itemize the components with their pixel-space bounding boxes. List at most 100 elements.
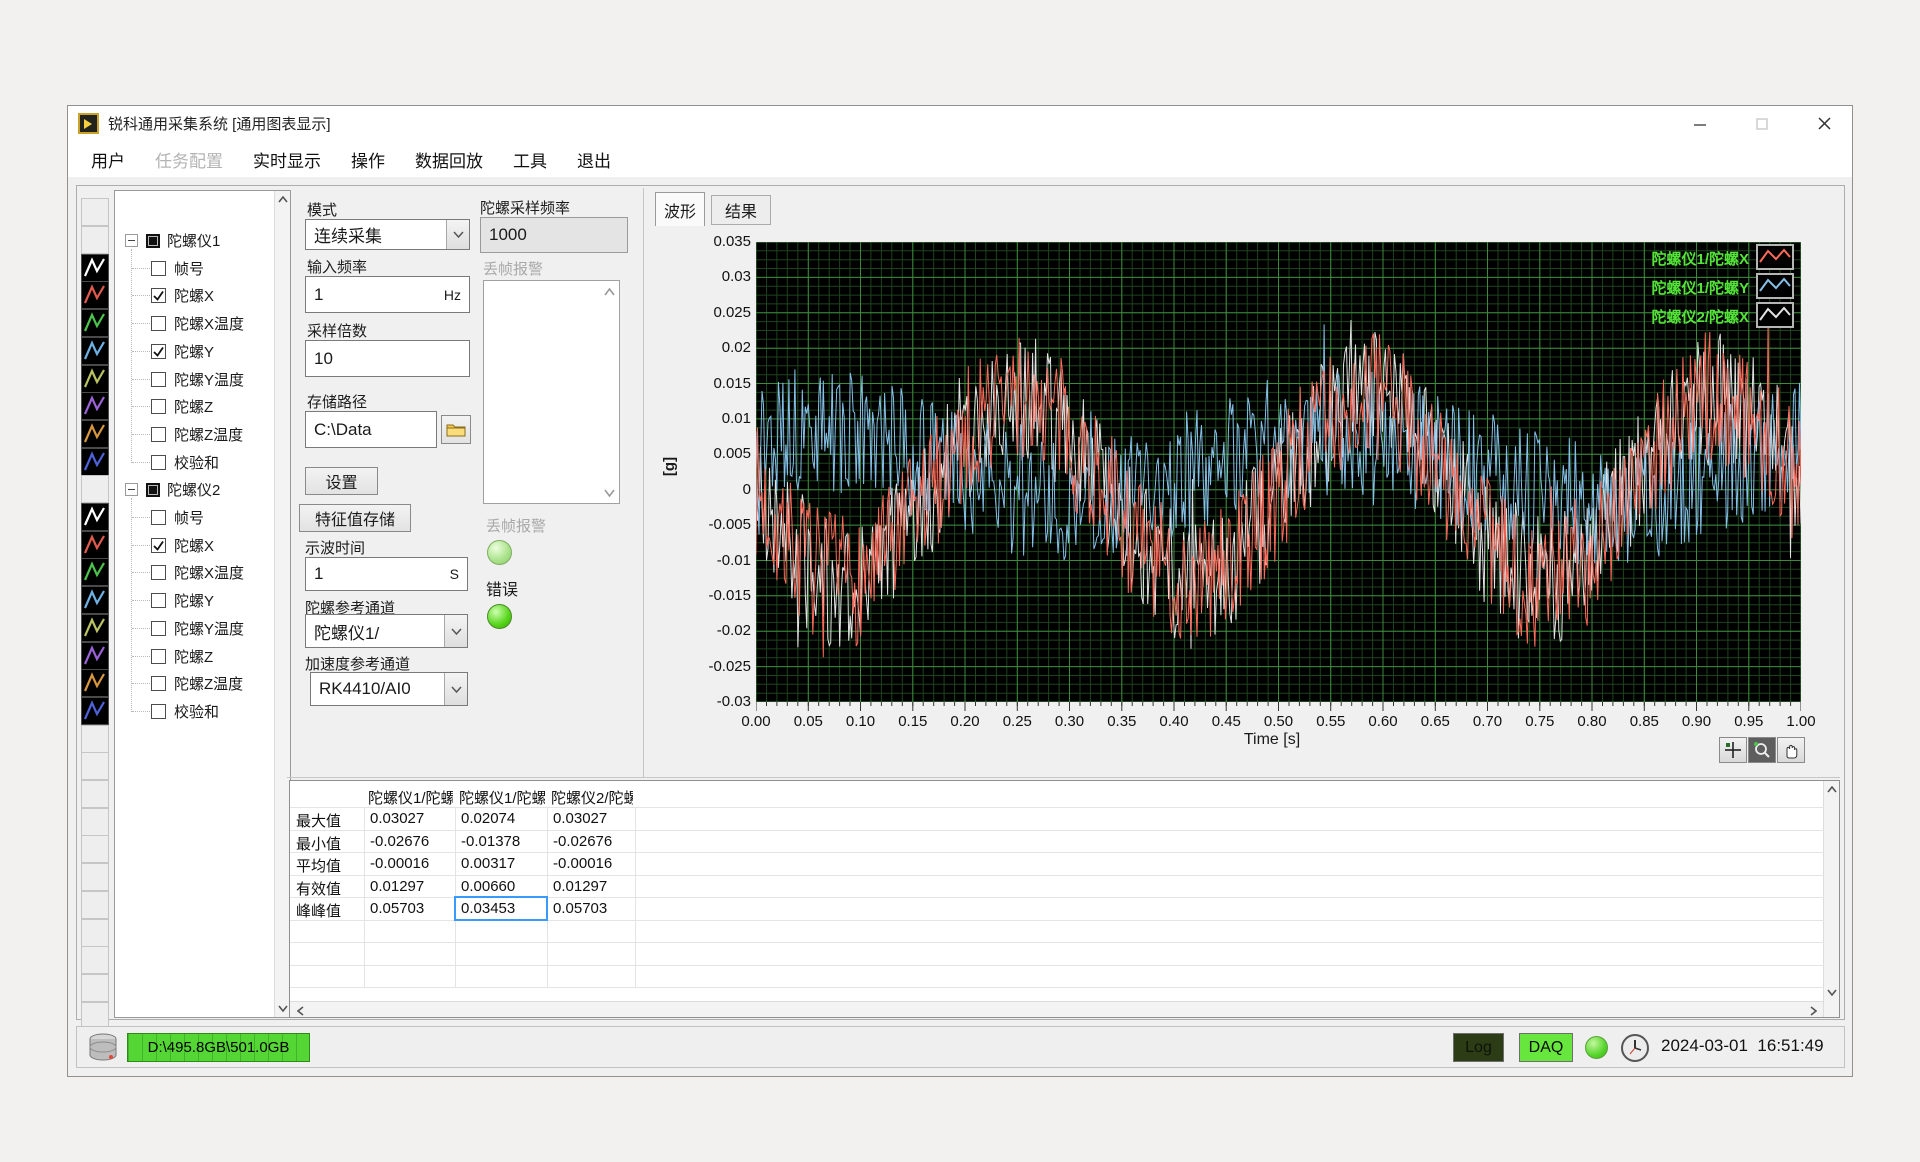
table-cell[interactable]: 0.03027 <box>553 810 633 827</box>
tree-item[interactable]: 陀螺X温度 <box>151 559 291 586</box>
tree-item[interactable]: 帧号 <box>151 255 291 282</box>
table-cell[interactable]: 0.00660 <box>461 878 545 895</box>
gyro-ref-combo[interactable]: 陀螺仪1/ <box>305 614 468 648</box>
checkbox[interactable] <box>151 455 166 470</box>
collapse-icon[interactable] <box>125 234 138 247</box>
chevron-down-icon[interactable] <box>446 220 469 249</box>
scroll-down-icon[interactable] <box>1824 984 1840 1001</box>
table-cell[interactable]: 0.01297 <box>553 878 633 895</box>
table-vscrollbar[interactable] <box>1823 781 1839 1017</box>
checkbox[interactable] <box>151 676 166 691</box>
tree-item[interactable]: 陀螺Y <box>151 587 291 614</box>
legend-plot-icon[interactable] <box>1756 302 1794 328</box>
table-cell[interactable]: 0.02074 <box>461 810 545 827</box>
table-cell[interactable]: -0.01378 <box>461 833 545 850</box>
table-cell[interactable]: 0.05703 <box>370 900 453 917</box>
checkbox[interactable] <box>151 261 166 276</box>
legend-label[interactable]: 陀螺仪1/陀螺Y <box>1457 277 1749 298</box>
table-cell[interactable]: -0.02676 <box>553 833 633 850</box>
legend-label[interactable]: 陀螺仪2/陀螺X <box>1457 306 1749 327</box>
table-cell[interactable]: 0.00317 <box>461 855 545 872</box>
minimize-button[interactable] <box>1678 109 1722 139</box>
tree-item[interactable]: 校验和 <box>151 449 291 476</box>
tab-result[interactable]: 结果 <box>711 195 771 225</box>
legend-plot-icon[interactable] <box>1756 244 1794 270</box>
scroll-up-icon[interactable] <box>1824 781 1840 798</box>
tree-group[interactable]: 陀螺仪1 <box>125 227 285 254</box>
table-cell[interactable]: -0.00016 <box>553 855 633 872</box>
menu-item[interactable]: 用户 <box>76 147 140 172</box>
zoom-tool-button[interactable] <box>1748 737 1776 763</box>
checkbox[interactable] <box>151 372 166 387</box>
chevron-down-icon[interactable] <box>444 673 467 705</box>
maximize-button[interactable] <box>1740 109 1784 139</box>
tree-item[interactable]: 陀螺Z温度 <box>151 670 291 697</box>
tree-item[interactable]: 陀螺X <box>151 282 291 309</box>
tree-item[interactable]: 校验和 <box>151 698 291 725</box>
collapse-icon[interactable] <box>125 483 138 496</box>
daq-indicator[interactable]: DAQ <box>1519 1033 1573 1062</box>
scroll-right-icon[interactable] <box>1805 1002 1821 1019</box>
tree-item[interactable]: 陀螺Y温度 <box>151 615 291 642</box>
table-cell[interactable]: -0.00016 <box>370 855 453 872</box>
checkbox[interactable] <box>151 316 166 331</box>
close-button[interactable] <box>1802 109 1846 139</box>
tree-item[interactable]: 陀螺Z温度 <box>151 421 291 448</box>
checkbox[interactable] <box>151 288 166 303</box>
feature-store-button[interactable]: 特征值存储 <box>299 504 411 532</box>
device-icon <box>146 234 160 248</box>
drop-alarm-listbox[interactable] <box>483 280 620 504</box>
table-row-label: 最大值 <box>296 810 362 831</box>
gyro-ref-value: 陀螺仪1/ <box>314 619 379 644</box>
tree-item[interactable]: 陀螺X <box>151 532 291 559</box>
path-field[interactable]: C:\Data <box>305 411 437 448</box>
mode-combo[interactable]: 连续采集 <box>305 219 470 250</box>
tree-item[interactable]: 陀螺Z <box>151 643 291 670</box>
table-row-label: 峰峰值 <box>296 900 362 921</box>
scroll-up-icon[interactable] <box>275 191 291 208</box>
set-button[interactable]: 设置 <box>305 467 378 495</box>
legend-plot-icon[interactable] <box>1756 273 1794 299</box>
log-indicator[interactable]: Log <box>1453 1033 1504 1062</box>
browse-folder-button[interactable] <box>441 415 471 444</box>
accel-ref-combo[interactable]: RK4410/AI0 <box>310 672 468 706</box>
checkbox[interactable] <box>151 344 166 359</box>
checkbox[interactable] <box>151 621 166 636</box>
scope-time-field[interactable]: 1 S <box>305 557 468 591</box>
tree-item[interactable]: 陀螺Y温度 <box>151 366 291 393</box>
pan-tool-button[interactable] <box>1777 737 1805 763</box>
menu-item[interactable]: 工具 <box>498 147 562 172</box>
tree-item[interactable]: 陀螺X温度 <box>151 310 291 337</box>
tree-item[interactable]: 帧号 <box>151 504 291 531</box>
table-cell[interactable]: 0.03453 <box>461 900 545 917</box>
table-cell[interactable]: 0.03027 <box>370 810 453 827</box>
scroll-down-icon[interactable] <box>601 484 617 501</box>
checkbox[interactable] <box>151 427 166 442</box>
tab-waveform[interactable]: 波形 <box>655 192 705 226</box>
scroll-up-icon[interactable] <box>601 283 617 300</box>
table-cell[interactable]: 0.01297 <box>370 878 453 895</box>
tree-item[interactable]: 陀螺Y <box>151 338 291 365</box>
table-cell[interactable]: -0.02676 <box>370 833 453 850</box>
checkbox[interactable] <box>151 399 166 414</box>
tree-item[interactable]: 陀螺Z <box>151 393 291 420</box>
menu-item[interactable]: 实时显示 <box>238 147 336 172</box>
cursor-tool-button[interactable] <box>1719 737 1747 763</box>
menu-item[interactable]: 操作 <box>336 147 400 172</box>
chevron-down-icon[interactable] <box>444 615 467 647</box>
sample-mult-field[interactable]: 10 <box>305 340 470 377</box>
menu-item[interactable]: 数据回放 <box>400 147 498 172</box>
table-cell[interactable]: 0.05703 <box>553 900 633 917</box>
checkbox[interactable] <box>151 649 166 664</box>
input-freq-field[interactable]: 1 Hz <box>305 276 470 313</box>
checkbox[interactable] <box>151 510 166 525</box>
checkbox[interactable] <box>151 538 166 553</box>
checkbox[interactable] <box>151 593 166 608</box>
checkbox[interactable] <box>151 565 166 580</box>
scroll-left-icon[interactable] <box>292 1002 308 1019</box>
checkbox[interactable] <box>151 704 166 719</box>
legend-label[interactable]: 陀螺仪1/陀螺X <box>1457 248 1749 269</box>
table-hscrollbar[interactable] <box>290 1001 1823 1017</box>
menu-item[interactable]: 退出 <box>562 147 626 172</box>
tree-group[interactable]: 陀螺仪2 <box>125 476 285 503</box>
